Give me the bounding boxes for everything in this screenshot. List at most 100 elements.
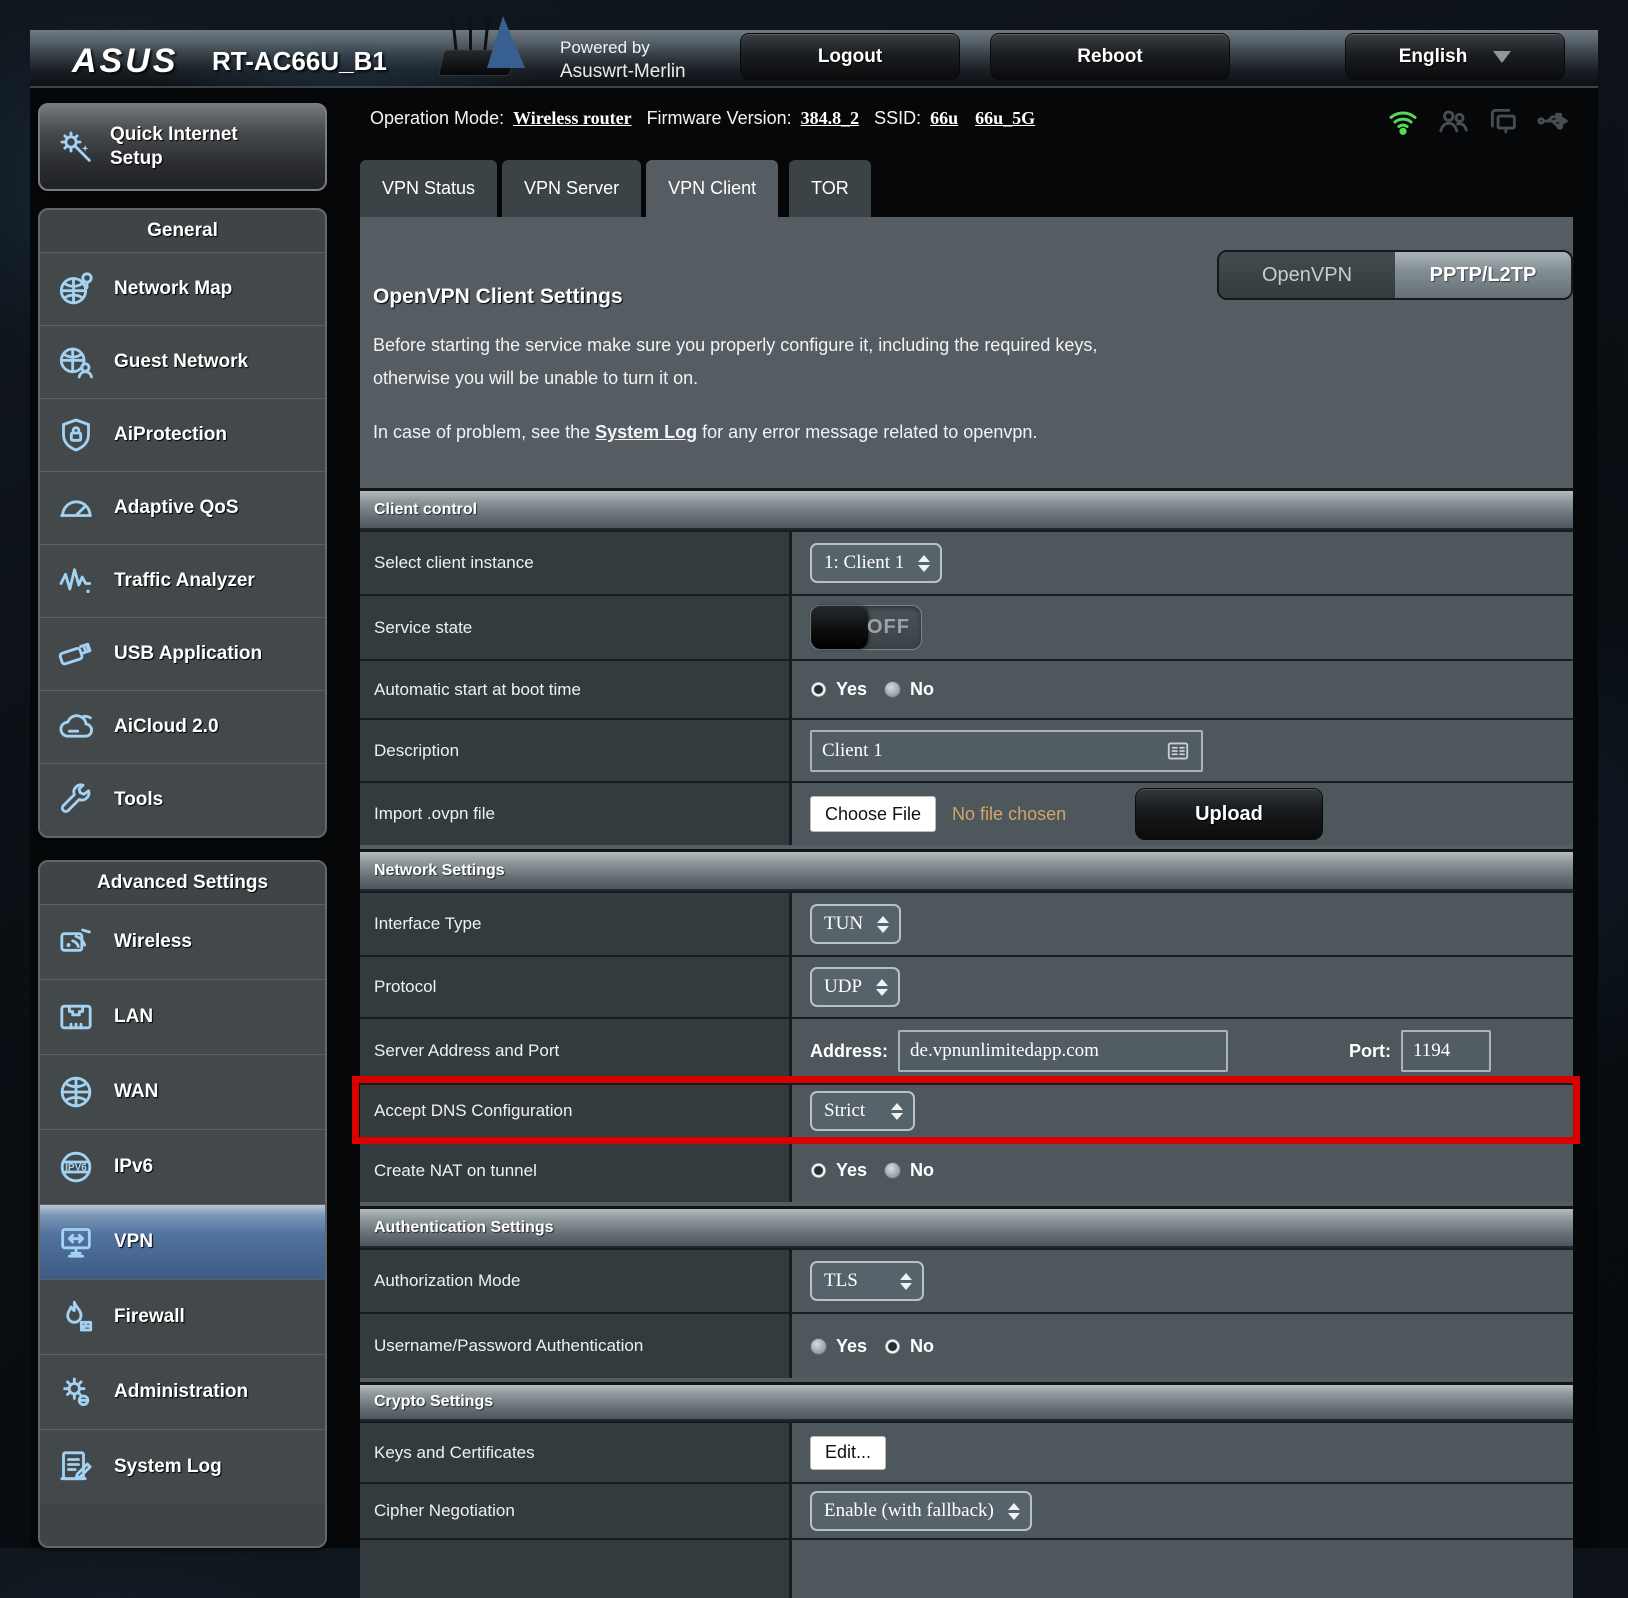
reboot-button[interactable]: Reboot (990, 33, 1230, 80)
ssid-label: SSID: (874, 108, 921, 129)
system-log-link[interactable]: System Log (595, 422, 697, 442)
clients-icon[interactable] (1436, 104, 1470, 138)
upload-button[interactable]: Upload (1135, 788, 1323, 840)
row-userpass-auth: Username/Password Authentication Yes No (360, 1312, 1573, 1378)
section-crypto-settings: Crypto Settings (360, 1382, 1573, 1421)
sidebar-item-network-map[interactable]: Network Map (40, 252, 325, 325)
chevron-down-icon (1493, 51, 1511, 63)
toggle-knob (811, 606, 868, 649)
sidebar-item-wireless[interactable]: Wireless (40, 904, 325, 979)
keys-certificates-label: Keys and Certificates (360, 1423, 792, 1482)
row-accept-dns: Accept DNS Configuration Strict (360, 1083, 1573, 1137)
vpn-tab-bar: VPN Status VPN Server VPN Client TOR (360, 160, 871, 217)
sidebar-item-tools[interactable]: Tools (40, 763, 325, 836)
auto-start-yes-radio[interactable] (810, 681, 827, 698)
server-port-input[interactable]: 1194 (1401, 1030, 1491, 1072)
firewall-icon (54, 1295, 98, 1339)
aiprotection-icon (54, 413, 98, 457)
firmware-link[interactable]: 384.8_2 (801, 108, 860, 129)
vpn-type-toggle: OpenVPN PPTP/L2TP (1217, 250, 1573, 300)
sidebar-item-adaptive-qos[interactable]: Adaptive QoS (40, 471, 325, 544)
sidebar-section-general: General Network Map Guest Network AiProt… (38, 208, 327, 838)
create-nat-label: Create NAT on tunnel (360, 1139, 792, 1202)
client-instance-select[interactable]: 1: Client 1 (810, 543, 942, 583)
sidebar-item-administration[interactable]: Administration (40, 1354, 325, 1429)
router-image (435, 18, 545, 100)
wireless-icon (54, 920, 98, 964)
tab-vpn-client[interactable]: VPN Client (646, 160, 778, 217)
quick-internet-setup-button[interactable]: Quick InternetSetup (38, 103, 327, 191)
openvpn-toggle-button[interactable]: OpenVPN (1219, 252, 1395, 298)
userpass-auth-label: Username/Password Authentication (360, 1314, 792, 1378)
sidebar-item-aicloud[interactable]: AiCloud 2.0 (40, 690, 325, 763)
sidebar-item-lan[interactable]: LAN (40, 979, 325, 1054)
tab-vpn-server[interactable]: VPN Server (502, 160, 641, 217)
quick-setup-icon (54, 125, 98, 169)
port-inline-label: Port: (1349, 1041, 1391, 1062)
main-panel: OpenVPN Client Settings OpenVPN PPTP/L2T… (360, 217, 1573, 1548)
intro-text: Before starting the service make sure yo… (373, 329, 1097, 395)
operation-mode-link[interactable]: Wireless router (513, 108, 631, 129)
auto-start-label: Automatic start at boot time (360, 661, 792, 718)
logout-button[interactable]: Logout (740, 33, 960, 80)
tab-tor[interactable]: TOR (789, 160, 871, 217)
firmware-label: Firmware Version: (647, 108, 792, 129)
top-banner: ASUS RT-AC66U_B1 Powered by Asuswrt-Merl… (30, 30, 1598, 88)
language-dropdown[interactable]: English (1345, 33, 1565, 80)
row-select-client-instance: Select client instance 1: Client 1 (360, 530, 1573, 594)
updown-arrows-icon (877, 916, 889, 933)
wifi-icon[interactable] (1386, 104, 1420, 138)
userpass-yes-radio[interactable] (810, 1338, 827, 1355)
display-sync-icon[interactable] (1486, 104, 1520, 138)
sidebar-section-advanced: Advanced Settings Wireless LAN WAN (38, 860, 327, 1548)
sidebar-item-guest-network[interactable]: Guest Network (40, 325, 325, 398)
row-service-state: Service state OFF (360, 594, 1573, 659)
pptp-l2tp-toggle-button[interactable]: PPTP/L2TP (1395, 252, 1571, 298)
usb-application-icon (54, 632, 98, 676)
operation-mode-label: Operation Mode: (370, 108, 504, 129)
section-client-control: Client control (360, 488, 1573, 530)
lan-icon (54, 995, 98, 1039)
updown-arrows-icon (918, 555, 930, 572)
server-address-input[interactable]: de.vpnunlimitedapp.com (898, 1030, 1228, 1072)
sidebar-item-usb-application[interactable]: USB Application (40, 617, 325, 690)
interface-type-select[interactable]: TUN (810, 904, 901, 944)
authorization-mode-label: Authorization Mode (360, 1250, 792, 1312)
ssid-link-24g[interactable]: 66u (930, 108, 958, 129)
cipher-negotiation-select[interactable]: Enable (with fallback) (810, 1491, 1032, 1531)
sidebar-item-vpn[interactable]: VPN (40, 1204, 325, 1279)
usb-icon[interactable] (1536, 104, 1570, 138)
auto-start-no-radio[interactable] (884, 681, 901, 698)
description-input[interactable]: Client 1 (810, 730, 1203, 772)
row-server-address-port: Server Address and Port Address: de.vpnu… (360, 1017, 1573, 1083)
updown-arrows-icon (891, 1103, 903, 1120)
service-state-toggle[interactable]: OFF (810, 605, 922, 650)
ssid-link-5g[interactable]: 66u_5G (975, 108, 1035, 129)
sidebar-item-traffic-analyzer[interactable]: Traffic Analyzer (40, 544, 325, 617)
tab-vpn-status[interactable]: VPN Status (360, 160, 497, 217)
create-nat-yes-radio[interactable] (810, 1162, 827, 1179)
import-ovpn-label: Import .ovpn file (360, 783, 792, 845)
quick-setup-label: Quick InternetSetup (110, 123, 238, 171)
accept-dns-select[interactable]: Strict (810, 1091, 915, 1131)
row-auto-start: Automatic start at boot time Yes No (360, 659, 1573, 718)
svg-text:IPV6: IPV6 (65, 1163, 87, 1174)
row-keys-certificates: Keys and Certificates Edit... (360, 1421, 1573, 1482)
sidebar-item-wan[interactable]: WAN (40, 1054, 325, 1129)
sidebar-item-system-log[interactable]: System Log (40, 1429, 325, 1504)
protocol-select[interactable]: UDP (810, 967, 900, 1007)
client-instance-label: Select client instance (360, 532, 792, 594)
row-authorization-mode: Authorization Mode TLS (360, 1248, 1573, 1312)
authorization-mode-select[interactable]: TLS (810, 1261, 924, 1301)
sidebar-item-aiprotection[interactable]: AiProtection (40, 398, 325, 471)
userpass-no-radio[interactable] (884, 1338, 901, 1355)
service-state-label: Service state (360, 596, 792, 659)
network-map-icon (54, 267, 98, 311)
sidebar-item-firewall[interactable]: Firewall (40, 1279, 325, 1354)
edit-keys-button[interactable]: Edit... (810, 1436, 886, 1470)
accept-dns-label: Accept DNS Configuration (360, 1085, 792, 1137)
choose-file-button[interactable]: Choose File (810, 796, 936, 832)
create-nat-no-radio[interactable] (884, 1162, 901, 1179)
updown-arrows-icon (900, 1273, 912, 1290)
sidebar-item-ipv6[interactable]: IPV6 IPv6 (40, 1129, 325, 1204)
